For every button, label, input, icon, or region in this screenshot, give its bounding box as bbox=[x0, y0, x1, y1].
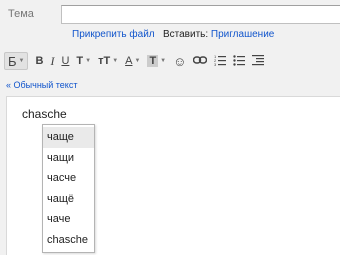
bold-button[interactable]: B bbox=[35, 52, 43, 70]
text-underline-color-icon: A bbox=[125, 55, 133, 67]
smiley-icon: ☺ bbox=[173, 53, 187, 69]
chevron-down-icon: ▼ bbox=[18, 58, 25, 64]
suggestion-item[interactable]: chasche bbox=[43, 230, 94, 251]
text-color-icon: T bbox=[76, 55, 84, 67]
invitation-link[interactable]: Приглашение bbox=[211, 29, 274, 40]
suggestion-item[interactable]: чаче bbox=[43, 209, 94, 230]
underline-color-button[interactable]: A ▼ bbox=[125, 52, 140, 70]
italic-button[interactable]: I bbox=[50, 52, 54, 70]
highlight-icon: T bbox=[147, 55, 159, 67]
svg-text:3: 3 bbox=[214, 62, 217, 66]
font-family-button[interactable]: Б ▼ bbox=[4, 52, 29, 70]
subject-input[interactable] bbox=[61, 5, 340, 24]
text-color-button[interactable]: T ▼ bbox=[76, 52, 91, 70]
editor-text: chasche bbox=[22, 107, 67, 121]
bold-icon: B bbox=[35, 55, 44, 67]
suggestion-item[interactable]: чащё bbox=[43, 189, 94, 210]
spellcheck-suggestions: чаще чащи часче чащё чаче chasche bbox=[42, 124, 95, 253]
italic-icon: I bbox=[50, 53, 55, 68]
subject-label: Тема bbox=[8, 8, 34, 20]
suggestion-item[interactable]: часче bbox=[43, 168, 94, 189]
chevron-down-icon: ▼ bbox=[112, 58, 119, 64]
bullet-list-button[interactable] bbox=[233, 52, 246, 70]
font-family-label: Б bbox=[8, 53, 17, 69]
highlight-button[interactable]: T ▼ bbox=[147, 52, 166, 70]
suggestion-item[interactable]: чащи bbox=[43, 148, 94, 169]
font-size-button[interactable]: тT ▼ bbox=[98, 52, 118, 70]
chevron-down-icon: ▼ bbox=[160, 58, 167, 64]
numbered-list-button[interactable]: 123 bbox=[214, 52, 227, 70]
font-size-icon: тT bbox=[98, 55, 111, 67]
suggestion-item[interactable]: чаще bbox=[43, 127, 94, 148]
link-button[interactable] bbox=[193, 52, 208, 70]
attach-file-link[interactable]: Прикрепить файл bbox=[72, 29, 155, 40]
link-icon bbox=[193, 55, 208, 67]
attach-row: Прикрепить файл Вставить: Приглашение bbox=[72, 29, 274, 40]
chevron-down-icon: ▼ bbox=[85, 58, 92, 64]
indent-icon bbox=[252, 54, 265, 69]
insert-label: Вставить: bbox=[162, 29, 209, 40]
underline-button[interactable]: U bbox=[61, 52, 69, 70]
emoji-button[interactable]: ☺ bbox=[173, 52, 186, 70]
chevron-down-icon: ▼ bbox=[134, 58, 141, 64]
underline-icon: U bbox=[61, 55, 70, 67]
numbered-list-icon: 123 bbox=[214, 54, 227, 69]
plain-text-link[interactable]: « Обычный текст bbox=[6, 80, 77, 90]
bullet-list-icon bbox=[233, 54, 246, 69]
format-toolbar: Б ▼ B I U T ▼ тT ▼ A ▼ T ▼ ☺ 1 2 3 bbox=[4, 51, 340, 71]
indent-button[interactable] bbox=[252, 52, 265, 70]
